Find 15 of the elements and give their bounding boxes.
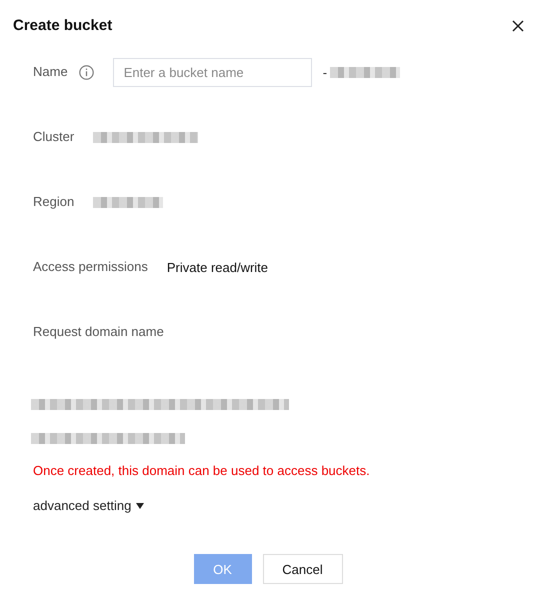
field-value: Private read/write [166,260,268,274]
dialog-title: Create bucket [13,16,112,36]
caret-icon [136,502,144,508]
close-icon[interactable] [512,20,524,32]
field-label: Request domain name [33,324,164,340]
suffix-separator: - [322,64,328,80]
bucket-name-field[interactable]: Enter a bucket name [112,58,312,86]
info-icon[interactable] [78,64,94,80]
field-label: Name [33,64,68,80]
field-label: Cluster [33,129,74,145]
warning-note: Once created, this domain can be used to access buckets. [33,464,371,478]
field-label: Region [33,194,74,210]
field-label: Access permissions [33,259,148,275]
advanced-setting-toggle[interactable]: advanced setting [33,498,144,513]
cancel-button[interactable]: Cancel [262,554,342,584]
